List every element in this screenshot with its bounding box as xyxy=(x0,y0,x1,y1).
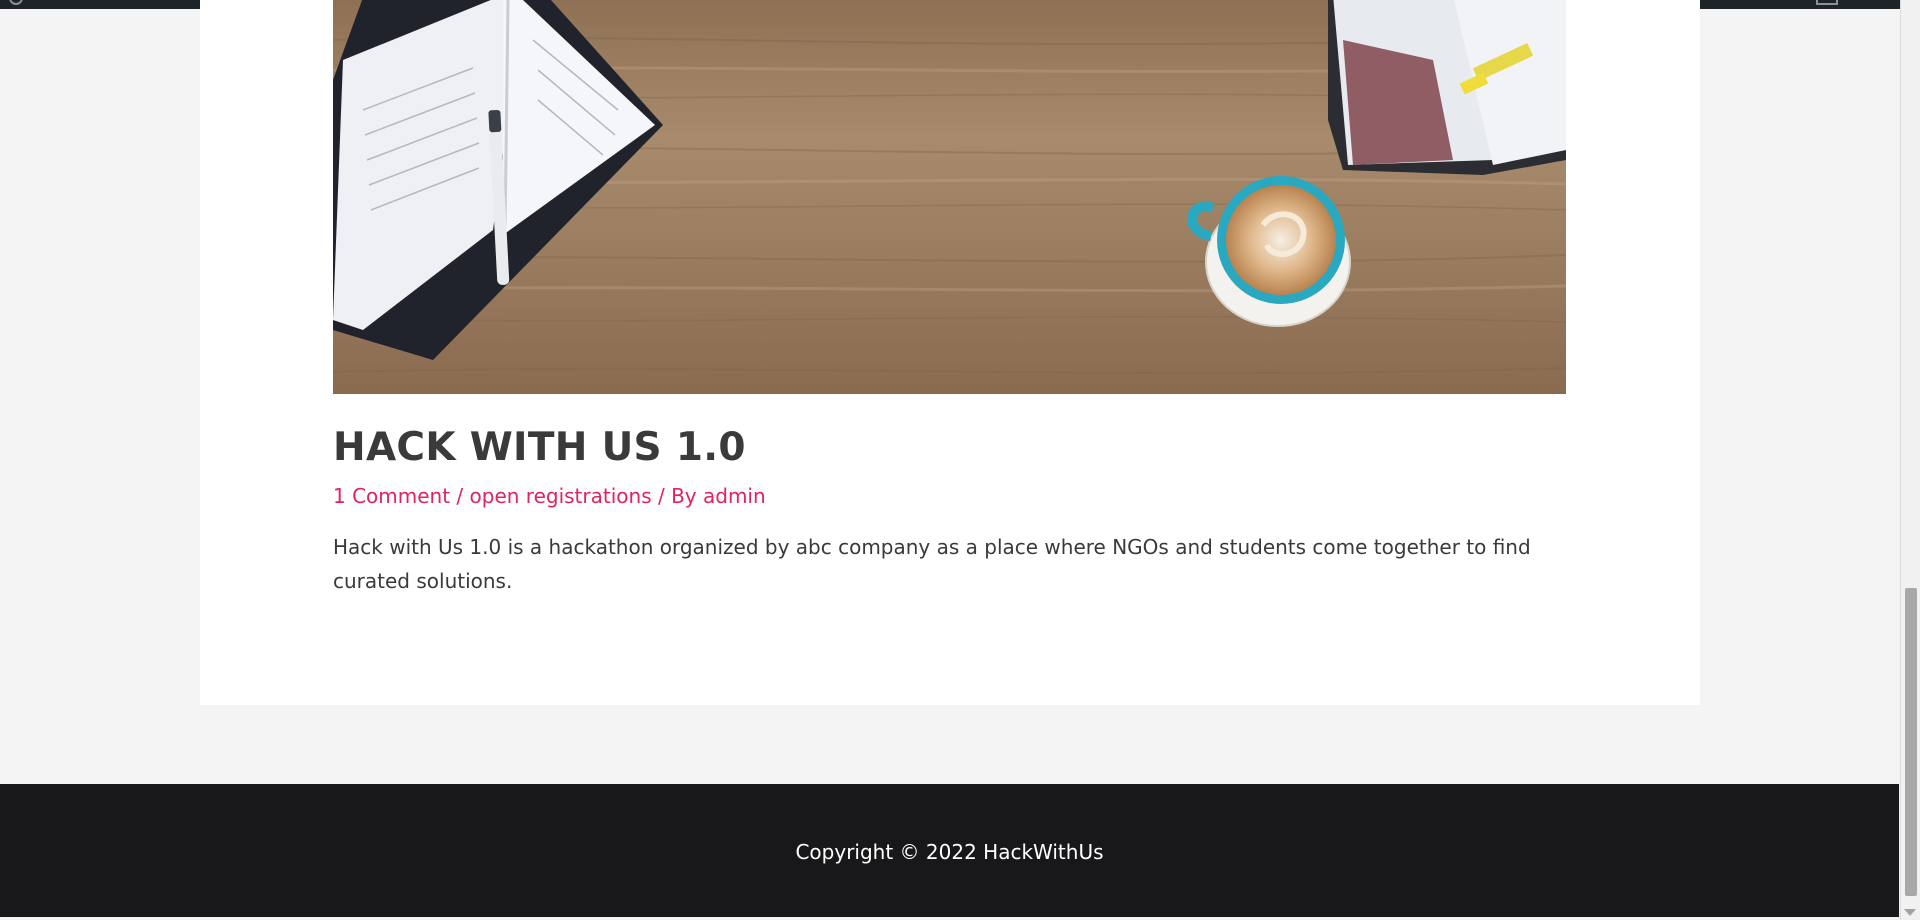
copyright-text: Copyright © 2022 HackWithUs xyxy=(795,840,1104,864)
wordpress-logo-icon[interactable] xyxy=(9,0,23,5)
scrollbar-thumb[interactable] xyxy=(1905,588,1917,896)
featured-image[interactable] xyxy=(333,0,1566,394)
page-scrollbar[interactable] xyxy=(1900,0,1920,920)
author-link[interactable]: admin xyxy=(703,484,766,508)
category-link[interactable]: open registrations xyxy=(470,484,652,508)
comments-link[interactable]: 1 Comment xyxy=(333,484,450,508)
site-footer: Copyright © 2022 HackWithUs xyxy=(0,784,1899,917)
chevron-down-icon[interactable] xyxy=(1904,909,1916,916)
post-title[interactable]: HACK WITH US 1.0 xyxy=(333,424,746,472)
meta-separator: / xyxy=(450,484,470,508)
post-card: HACK WITH US 1.0 1 Comment / open regist… xyxy=(200,0,1700,705)
meta-by-label: / By xyxy=(651,484,703,508)
post-excerpt: Hack with Us 1.0 is a hackathon organize… xyxy=(333,535,1531,593)
post-meta: 1 Comment / open registrations / By admi… xyxy=(333,482,766,510)
admin-bar-account-icon[interactable] xyxy=(1816,0,1838,5)
